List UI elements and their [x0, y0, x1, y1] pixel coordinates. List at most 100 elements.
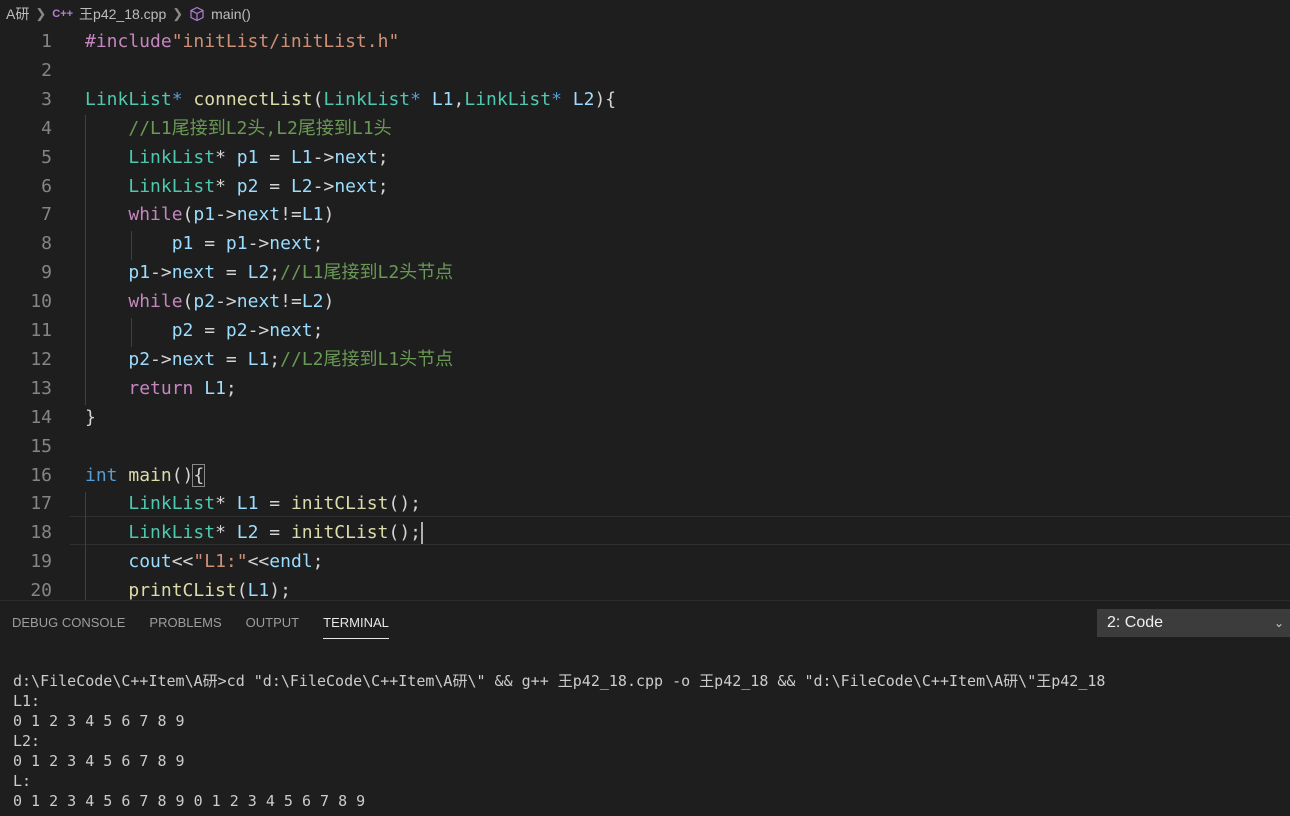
tab-debug-console[interactable]: DEBUG CONSOLE — [0, 601, 137, 645]
code-token: L1 — [247, 580, 270, 600]
code-token: = — [215, 348, 248, 370]
line-number: 16 — [30, 464, 52, 486]
code-token: "initList/initList.h" — [171, 31, 400, 52]
tab-terminal[interactable]: TERMINAL — [311, 601, 401, 645]
code-token: L1 — [290, 146, 313, 168]
code-token: p2 — [225, 320, 248, 341]
code-token: LinkList — [128, 146, 216, 168]
code-token: = — [258, 175, 291, 197]
code-line[interactable]: 19 cout<<"L1:"<<endl; — [0, 547, 1290, 576]
line-number: 2 — [41, 59, 52, 81]
line-number: 19 — [30, 551, 52, 573]
code-token: return — [128, 377, 194, 399]
code-token: LinkList — [85, 88, 172, 110]
line-number: 17 — [30, 493, 52, 515]
code-text: p2->next = L1;//L2尾接到L1头节点 — [85, 345, 453, 374]
code-token: = — [193, 233, 226, 255]
code-line[interactable]: 5 LinkList* p1 = L1->next; — [0, 143, 1290, 172]
code-token: = — [258, 522, 291, 544]
code-text: LinkList* L2 = initCList(); — [85, 518, 424, 547]
code-text: printCList(L1); — [85, 576, 291, 600]
code-line[interactable]: 16 int main(){ — [0, 461, 1290, 490]
breadcrumb-symbol[interactable]: main() — [211, 6, 251, 22]
code-token: ) — [323, 204, 335, 226]
breadcrumb-file[interactable]: 王p42_18.cpp — [79, 4, 166, 24]
code-token: while — [128, 291, 183, 313]
code-line[interactable]: 11 p2 = p2->next; — [0, 316, 1290, 345]
code-token: ){ — [594, 88, 617, 110]
tab-output[interactable]: OUTPUT — [234, 601, 311, 645]
code-line[interactable]: 9 p1->next = L2;//L1尾接到L2头节点 — [0, 258, 1290, 287]
code-text: p1 = p1->next; — [85, 229, 324, 258]
code-text: p1->next = L2;//L1尾接到L2头节点 — [85, 258, 453, 287]
code-token: initCList — [290, 522, 389, 544]
code-token: next — [236, 204, 281, 226]
code-token: (); — [388, 493, 422, 515]
code-line[interactable]: 15 — [0, 432, 1290, 461]
code-token: p1 — [225, 233, 248, 255]
breadcrumb-folder[interactable]: A研 — [6, 4, 29, 24]
code-token: L1 — [236, 493, 259, 515]
code-token: ; — [312, 320, 324, 341]
code-token: = — [258, 493, 291, 515]
code-line[interactable]: 20 printCList(L1); — [0, 576, 1290, 600]
chevron-right-icon: ❯ — [35, 6, 47, 21]
code-token: L2 — [572, 88, 595, 110]
tab-problems[interactable]: PROBLEMS — [137, 601, 233, 645]
code-line[interactable]: 12 p2->next = L1;//L2尾接到L1头节点 — [0, 345, 1290, 374]
code-line[interactable]: 18 LinkList* L2 = initCList(); — [0, 518, 1290, 547]
code-line[interactable]: 3 LinkList* connectList(LinkList* L1,Link… — [0, 85, 1290, 114]
code-line[interactable]: 8 p1 = p1->next; — [0, 229, 1290, 258]
terminal-output[interactable]: d:\FileCode\C++Item\A研>cd "d:\FileCode\C… — [13, 671, 1105, 811]
code-line[interactable]: 17 LinkList* L1 = initCList(); — [0, 489, 1290, 518]
code-token: ( — [312, 88, 324, 110]
code-token: -> — [312, 146, 335, 168]
code-line[interactable]: 13 return L1; — [0, 374, 1290, 403]
code-line[interactable]: 7 while(p1->next!=L1) — [0, 200, 1290, 229]
code-token: L2 — [236, 522, 259, 544]
code-line[interactable]: 6 LinkList* p2 = L2->next; — [0, 172, 1290, 201]
code-token: while — [128, 204, 183, 226]
code-line[interactable]: 10 while(p2->next!=L2) — [0, 287, 1290, 316]
line-number: 20 — [30, 580, 52, 600]
terminal-selector[interactable]: 2: Code ⌄ — [1097, 609, 1290, 637]
code-line[interactable]: 4 //L1尾接到L2头,L2尾接到L1头 — [0, 114, 1290, 143]
code-text: while(p2->next!=L2) — [85, 287, 334, 316]
line-number: 8 — [41, 233, 52, 255]
code-line[interactable]: 2 — [0, 56, 1290, 85]
code-token: * — [551, 88, 573, 110]
code-token: << — [247, 551, 270, 573]
code-token: p2 — [128, 348, 151, 370]
code-line[interactable]: 1 #include"initList/initList.h" — [0, 28, 1290, 56]
code-text: return L1; — [85, 374, 236, 403]
code-token: -> — [215, 291, 237, 313]
line-number: 11 — [30, 320, 52, 341]
panel-tabs: DEBUG CONSOLE PROBLEMS OUTPUT TERMINAL — [0, 601, 401, 645]
code-token: -> — [150, 262, 172, 284]
code-token: L2 — [301, 291, 324, 313]
code-token: ; — [312, 233, 324, 255]
code-token: "L1:" — [193, 551, 248, 573]
code-token: next — [171, 262, 216, 284]
code-token: //L2尾接到L1头节点 — [280, 348, 454, 370]
code-token: next — [334, 175, 378, 197]
line-number: 14 — [30, 406, 52, 428]
code-token: printCList — [128, 580, 237, 600]
code-token: next — [269, 320, 313, 341]
code-token: L2 — [247, 262, 270, 284]
code-token: LinkList — [128, 175, 216, 197]
code-token: = — [258, 146, 291, 168]
code-line[interactable]: 14} — [0, 403, 1290, 432]
code-editor[interactable]: 1 #include"initList/initList.h" 2 3 LinkList… — [0, 28, 1290, 600]
code-text: #include"initList/initList.h" — [85, 28, 399, 56]
terminal-line: 0 1 2 3 4 5 6 7 8 9 — [13, 712, 185, 730]
